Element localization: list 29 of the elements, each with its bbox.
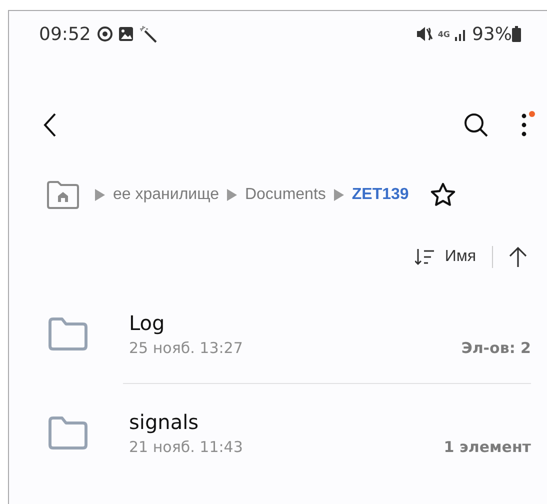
search-button[interactable] bbox=[463, 112, 489, 138]
sort-direction-button[interactable] bbox=[509, 246, 527, 268]
folder-date: 21 нояб. 11:43 bbox=[129, 438, 243, 456]
battery-icon bbox=[512, 26, 521, 42]
sort-icon bbox=[414, 248, 435, 266]
network-label: 4G bbox=[438, 30, 450, 38]
magic-wand-icon bbox=[138, 25, 157, 43]
item-count: Эл-ов: 2 bbox=[461, 339, 531, 357]
folder-icon bbox=[47, 317, 89, 351]
mute-icon bbox=[416, 26, 434, 42]
item-count: 1 элемент bbox=[444, 438, 531, 456]
folder-name[interactable]: signals bbox=[129, 410, 531, 434]
favorite-button[interactable] bbox=[428, 181, 457, 209]
home-button[interactable] bbox=[45, 180, 81, 210]
folder-icon bbox=[47, 416, 89, 450]
sort-button[interactable]: Имя bbox=[414, 248, 476, 266]
chevron-icon bbox=[334, 189, 344, 201]
image-icon bbox=[118, 26, 134, 42]
folder-date: 25 нояб. 13:27 bbox=[129, 339, 243, 357]
chevron-icon bbox=[226, 189, 237, 201]
breadcrumb-item[interactable]: Documents bbox=[244, 186, 326, 204]
chevron-icon bbox=[95, 189, 105, 201]
back-button[interactable] bbox=[43, 112, 57, 138]
battery-level: 93% bbox=[472, 24, 512, 44]
status-time: 09:52 bbox=[39, 24, 91, 44]
breadcrumb-item[interactable]: ZET139 bbox=[352, 186, 409, 204]
folder-name[interactable]: Log bbox=[129, 311, 531, 335]
breadcrumb-item[interactable]: ее хранилище bbox=[113, 186, 219, 204]
sync-icon bbox=[96, 26, 113, 42]
